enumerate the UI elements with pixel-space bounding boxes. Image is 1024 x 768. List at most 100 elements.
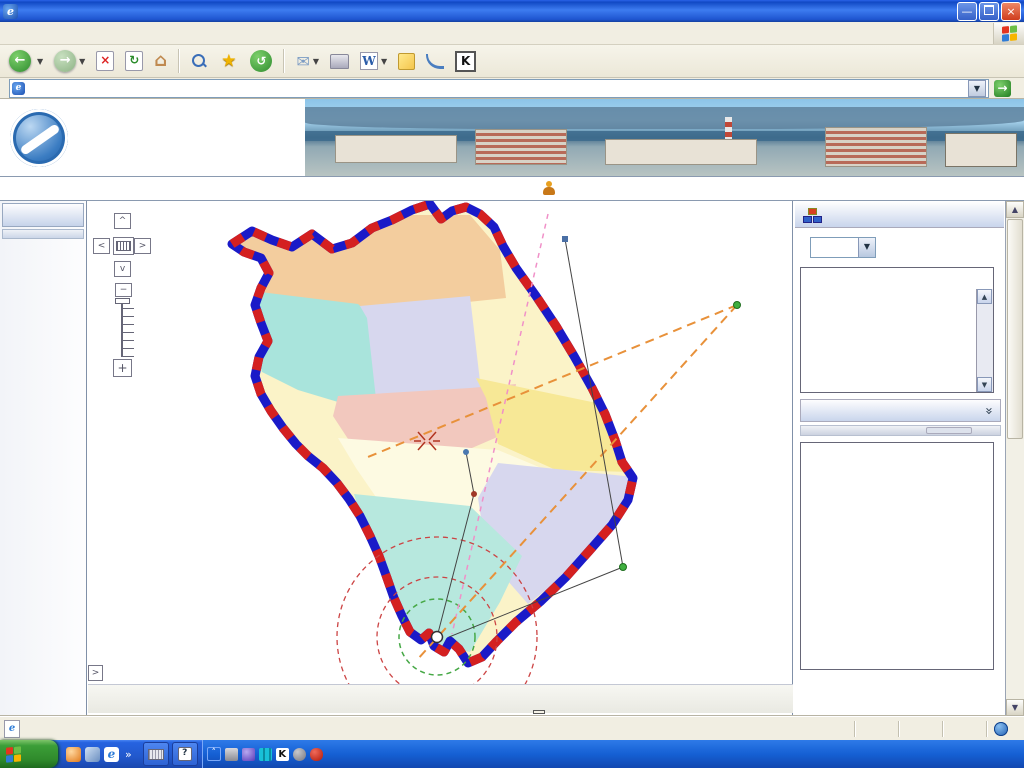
measure-button[interactable] — [113, 237, 134, 255]
stop-button[interactable]: × — [93, 49, 117, 73]
user-icon — [543, 181, 555, 196]
scrollbar-thumb[interactable] — [1007, 219, 1023, 439]
path-list-bar[interactable]: » — [800, 399, 1001, 422]
forward-icon: → — [54, 50, 76, 72]
refresh-button[interactable]: ↻ — [122, 49, 146, 73]
quicklaunch-ie-icon[interactable]: e — [104, 747, 119, 762]
messenger-button[interactable] — [395, 51, 418, 72]
scroll-up-icon[interactable]: ▲ — [977, 289, 992, 304]
quicklaunch-overflow-icon[interactable]: » — [125, 748, 132, 761]
year-select[interactable]: ▼ — [810, 237, 876, 258]
status-bar: e — [0, 716, 1024, 740]
pan-left-button[interactable]: < — [93, 238, 110, 254]
zoom-out-button[interactable]: − — [115, 283, 132, 297]
start-button[interactable] — [0, 740, 58, 768]
favorites-button[interactable]: ★ — [218, 49, 242, 73]
pan-down-button[interactable]: v — [114, 261, 131, 277]
favorites-star-icon: ★ — [221, 51, 236, 71]
page-scrollbar[interactable]: ▲ ▼ — [1006, 201, 1024, 716]
company-logo-icon — [10, 109, 68, 167]
toolbar-separator — [178, 49, 180, 73]
back-button[interactable]: ← ▼ — [6, 48, 46, 74]
discussions-button[interactable] — [423, 52, 447, 71]
keyboard-icon — [148, 749, 164, 760]
ruler-icon — [116, 241, 131, 251]
map-mode-tooltip — [533, 710, 545, 714]
discussions-icon — [426, 54, 444, 69]
track-point — [471, 491, 477, 497]
restore-button[interactable] — [979, 2, 999, 21]
tray-volume-icon[interactable] — [293, 748, 306, 761]
forward-dropdown-icon[interactable]: ▼ — [79, 57, 85, 66]
go-icon: → — [994, 80, 1011, 97]
print-button[interactable] — [327, 52, 352, 71]
ie-window-icon: e — [3, 4, 18, 19]
mail-icon: ✉ — [296, 52, 309, 71]
back-icon: ← — [9, 50, 31, 72]
close-button[interactable]: × — [1001, 2, 1021, 21]
zoom-slider[interactable] — [121, 301, 134, 357]
messenger-icon — [398, 53, 415, 70]
go-button[interactable]: → — [994, 80, 1020, 97]
tray-sql-server-icon[interactable] — [225, 748, 238, 761]
category-header — [2, 203, 84, 227]
tray-collapse-icon[interactable]: ˄ — [207, 747, 221, 761]
tray-messenger-icon[interactable] — [242, 748, 255, 761]
pan-up-button[interactable]: ^ — [114, 213, 131, 229]
panel-splitter[interactable] — [800, 425, 1001, 436]
typhoon-panel: ▼ ▲ ▼ » — [794, 201, 1006, 716]
history-icon: ↺ — [250, 50, 272, 72]
windows-logo-icon — [993, 23, 1024, 44]
kaspersky-icon: K — [455, 51, 476, 72]
track-point — [562, 236, 568, 242]
browser-toolbar: ← ▼ → ▼ × ↻ ⌂ ★ ↺ ✉ ▼ W ▼ — [0, 45, 1024, 78]
mail-button[interactable]: ✉ ▼ — [293, 50, 322, 73]
minimize-button[interactable]: — — [957, 2, 977, 21]
word-icon: W — [360, 52, 378, 70]
edit-with-word-button[interactable]: W ▼ — [357, 50, 390, 72]
scroll-down-icon[interactable]: ▼ — [1006, 699, 1024, 716]
track-point — [463, 449, 469, 455]
mail-dropdown-icon[interactable]: ▼ — [313, 57, 319, 66]
track-point — [734, 302, 741, 309]
map-toolbar — [88, 684, 793, 713]
address-dropdown-button[interactable]: ▼ — [968, 80, 986, 97]
tray-ati-icon[interactable] — [310, 748, 323, 761]
search-button[interactable] — [188, 51, 213, 71]
back-dropdown-icon[interactable]: ▼ — [37, 57, 43, 66]
history-button[interactable]: ↺ — [247, 48, 275, 74]
quicklaunch-show-desktop-icon[interactable] — [85, 747, 100, 762]
year-select-arrow-icon[interactable]: ▼ — [858, 238, 875, 257]
window-titlebar: e — × — [0, 0, 1024, 22]
scroll-down-icon[interactable]: ▼ — [977, 377, 992, 392]
tray-kaspersky-icon[interactable]: K — [276, 748, 289, 761]
year-select-value — [811, 238, 858, 257]
scroll-up-icon[interactable]: ▲ — [1006, 201, 1024, 218]
track-point — [620, 564, 627, 571]
page-icon: e — [12, 82, 25, 95]
question-icon: ? — [178, 747, 192, 761]
antivirus-button[interactable]: K — [452, 49, 479, 74]
category-sidebar — [0, 201, 87, 716]
tray-grid-icon[interactable] — [259, 748, 272, 761]
collapse-chevron-icon[interactable]: » — [978, 407, 998, 415]
language-bar-button[interactable] — [143, 742, 169, 766]
home-button[interactable]: ⌂ — [151, 50, 170, 72]
edit-dropdown-icon[interactable]: ▼ — [381, 57, 387, 66]
zoom-in-button[interactable]: + — [113, 359, 132, 377]
typhoon-table-scrollbar[interactable]: ▲ ▼ — [976, 289, 993, 392]
pan-right-button[interactable]: > — [134, 238, 151, 254]
forward-button[interactable]: → ▼ — [51, 48, 88, 74]
zoom-slider-thumb[interactable] — [115, 298, 130, 304]
help-button[interactable]: ? — [172, 742, 198, 766]
taskbar: e » ? ˄ K — [0, 740, 1024, 768]
refresh-icon: ↻ — [125, 51, 143, 71]
map-area[interactable]: ^ < > v − + > — [88, 201, 793, 716]
quicklaunch-msn-icon[interactable] — [66, 747, 81, 762]
district-map[interactable] — [88, 201, 793, 684]
address-input[interactable]: e ▼ — [9, 79, 989, 98]
typhoon-table: ▲ ▼ — [800, 267, 994, 393]
sidebar-expand-button[interactable]: > — [88, 665, 103, 681]
start-windows-flag-icon — [6, 746, 21, 762]
toolbar-separator — [283, 49, 285, 73]
